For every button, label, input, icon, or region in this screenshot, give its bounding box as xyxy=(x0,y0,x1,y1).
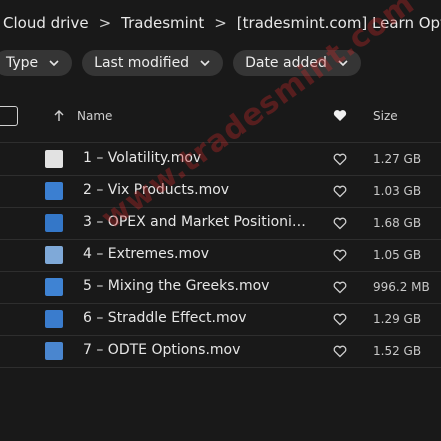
name-column-header[interactable]: Name xyxy=(77,109,112,123)
file-row[interactable]: 1 – Volatility.mov 1.27 GB xyxy=(0,143,441,175)
type-filter-label: Type xyxy=(6,55,39,71)
file-name: 7 – ODTE Options.mov xyxy=(83,342,241,358)
video-file-icon xyxy=(45,214,63,232)
filter-bar: Type Last modified Date added xyxy=(0,50,361,76)
date-added-filter-button[interactable]: Date added xyxy=(233,50,361,76)
table-header: Name Size xyxy=(0,100,441,134)
file-row[interactable]: 3 – OPEX and Market Positioning.mov 1.68 … xyxy=(0,207,441,239)
select-all-checkbox[interactable] xyxy=(0,106,18,126)
heart-outline-icon[interactable] xyxy=(333,249,347,262)
last-modified-filter-label: Last modified xyxy=(94,55,190,71)
video-file-icon xyxy=(45,182,63,200)
date-added-filter-label: Date added xyxy=(245,55,327,71)
file-row[interactable]: 2 – Vix Products.mov 1.03 GB xyxy=(0,175,441,207)
chevron-down-icon xyxy=(338,60,348,67)
size-column-header[interactable]: Size xyxy=(373,109,398,123)
type-filter-button[interactable]: Type xyxy=(0,50,73,76)
video-file-icon xyxy=(45,246,63,264)
file-size: 1.27 GB xyxy=(373,152,422,166)
breadcrumb-cloud-drive[interactable]: Cloud drive xyxy=(0,14,93,32)
last-modified-filter-button[interactable]: Last modified xyxy=(82,50,224,76)
heart-outline-icon[interactable] xyxy=(333,185,347,198)
file-size: 1.05 GB xyxy=(373,248,422,262)
file-name: 3 – OPEX and Market Positioning.mov xyxy=(83,214,308,230)
file-name: 6 – Straddle Effect.mov xyxy=(83,310,247,326)
chevron-down-icon xyxy=(200,60,210,67)
file-row[interactable]: 7 – ODTE Options.mov 1.52 GB xyxy=(0,335,441,367)
video-file-icon xyxy=(45,278,63,296)
file-size: 1.68 GB xyxy=(373,216,422,230)
video-file-icon xyxy=(45,310,63,328)
heart-outline-icon[interactable] xyxy=(333,153,347,166)
file-size: 996.2 MB xyxy=(373,280,430,294)
heart-outline-icon[interactable] xyxy=(333,281,347,294)
video-file-icon xyxy=(45,150,63,168)
sort-ascending-icon[interactable] xyxy=(52,109,66,123)
chevron-down-icon xyxy=(49,60,59,67)
divider xyxy=(0,367,441,368)
file-name: 1 – Volatility.mov xyxy=(83,150,202,166)
heart-icon[interactable] xyxy=(333,109,347,122)
heart-outline-icon[interactable] xyxy=(333,313,347,326)
file-row[interactable]: 4 – Extremes.mov 1.05 GB xyxy=(0,239,441,271)
heart-outline-icon[interactable] xyxy=(333,345,347,358)
heart-outline-icon[interactable] xyxy=(333,217,347,230)
file-name: 5 – Mixing the Greeks.mov xyxy=(83,278,270,294)
file-row[interactable]: 5 – Mixing the Greeks.mov 996.2 MB xyxy=(0,271,441,303)
chevron-right-icon: > xyxy=(214,14,227,32)
video-file-icon xyxy=(45,342,63,360)
file-size: 1.29 GB xyxy=(373,312,422,326)
file-name: 2 – Vix Products.mov xyxy=(83,182,230,198)
breadcrumb-tradesmint[interactable]: Tradesmint xyxy=(117,14,208,32)
breadcrumb: Cloud drive > Tradesmint > [tradesmint.c… xyxy=(0,8,441,38)
file-name: 4 – Extremes.mov xyxy=(83,246,209,262)
chevron-right-icon: > xyxy=(98,14,112,32)
breadcrumb-current-folder[interactable]: [tradesmint.com] Learn Options - Ac xyxy=(233,14,441,32)
file-row[interactable]: 6 – Straddle Effect.mov 1.29 GB xyxy=(0,303,441,335)
file-size: 1.03 GB xyxy=(373,184,422,198)
file-size: 1.52 GB xyxy=(373,344,422,358)
